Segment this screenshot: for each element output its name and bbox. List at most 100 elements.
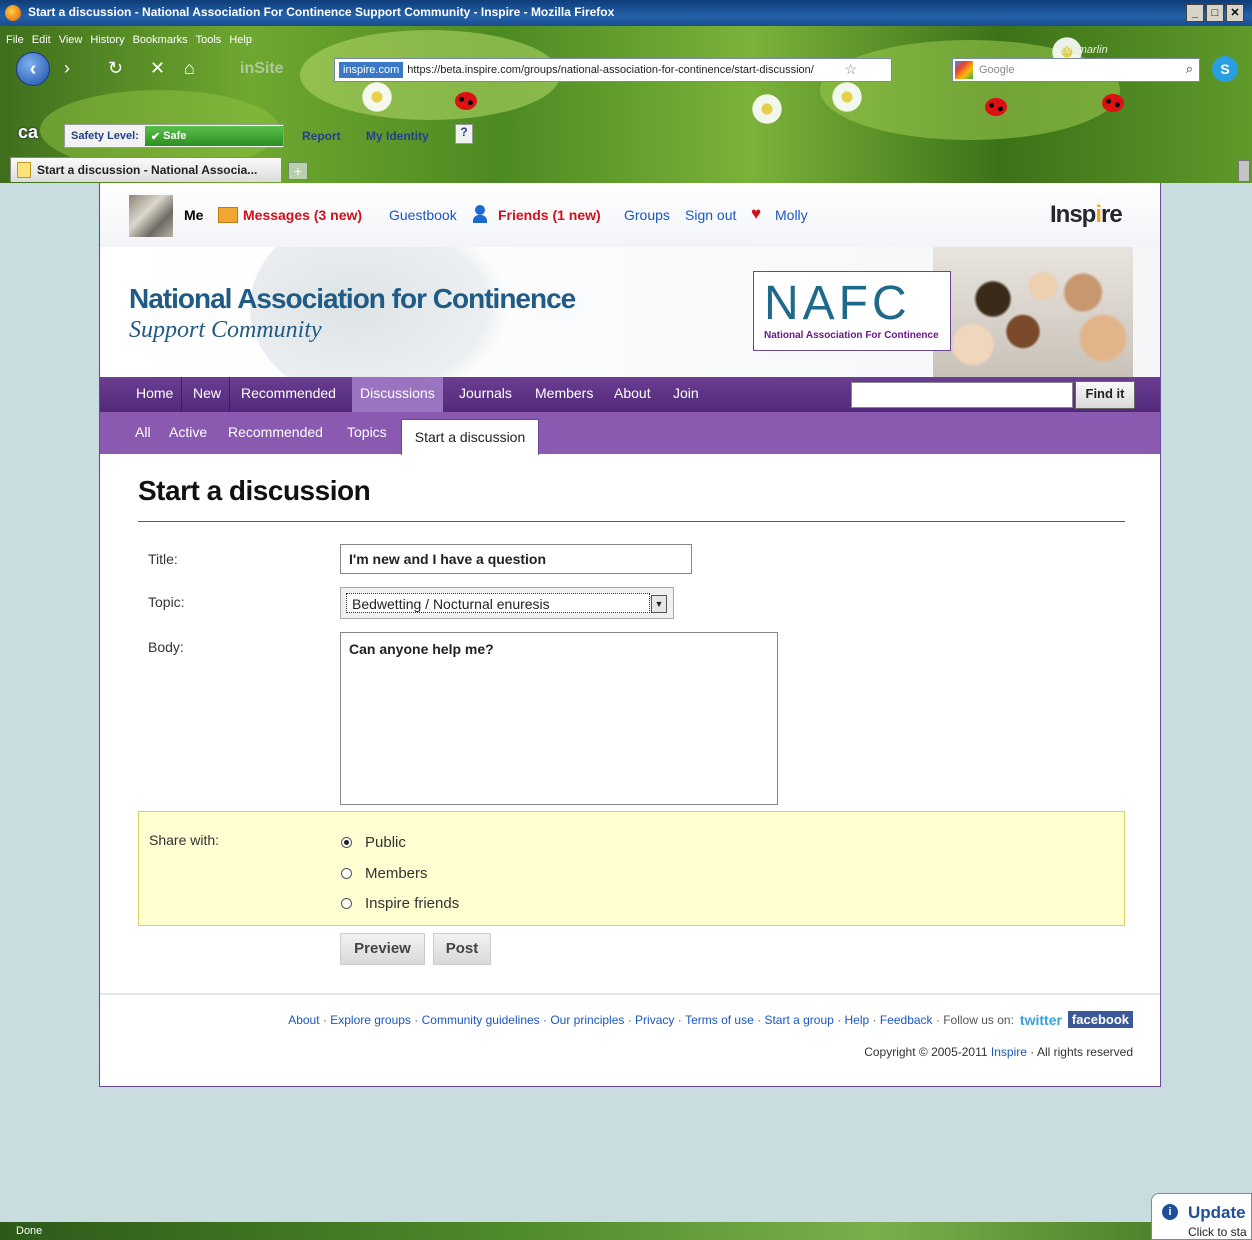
ca-logo-icon[interactable]: ca [18, 122, 48, 146]
nav-join[interactable]: Join [665, 377, 707, 412]
ladybug-decoration [1102, 94, 1124, 112]
radio-selected-icon[interactable] [341, 837, 352, 848]
messages-link[interactable]: Messages (3 new) [243, 207, 362, 223]
subnav-topics[interactable]: Topics [347, 424, 387, 440]
forward-arrow-icon[interactable]: › [64, 58, 70, 79]
share-option-label[interactable]: Public [365, 834, 406, 851]
minimize-button[interactable]: _ [1186, 4, 1204, 22]
nav-members[interactable]: Members [527, 377, 601, 412]
maximize-button[interactable]: □ [1206, 4, 1224, 22]
reload-icon[interactable]: ↻ [108, 58, 123, 79]
body-textarea[interactable]: Can anyone help me? [340, 632, 778, 805]
menu-edit[interactable]: Edit [32, 34, 51, 46]
address-bar[interactable]: inspire.com https://beta.inspire.com/gro… [334, 58, 892, 82]
search-icon[interactable]: ⌕ [1186, 61, 1193, 77]
guestbook-link[interactable]: Guestbook [389, 207, 457, 223]
footer-link-explore-groups[interactable]: Explore groups [330, 1013, 411, 1027]
user-bar: Me Messages (3 new) Guestbook Friends (1… [100, 183, 1160, 247]
radio-unselected-icon[interactable] [341, 868, 352, 879]
post-button[interactable]: Post [433, 933, 491, 965]
report-button[interactable]: Report [302, 129, 341, 143]
topic-select[interactable]: Bedwetting / Nocturnal enuresis ▼ [340, 587, 674, 619]
url-text[interactable]: https://beta.inspire.com/groups/national… [407, 64, 814, 76]
footer-link-feedback[interactable]: Feedback [880, 1013, 933, 1027]
nav-journals[interactable]: Journals [451, 377, 520, 412]
menu-view[interactable]: View [59, 34, 83, 46]
home-icon[interactable]: ⌂ [184, 58, 195, 79]
menu-history[interactable]: History [90, 34, 124, 46]
close-button[interactable]: ✕ [1226, 4, 1244, 22]
people-photo [933, 247, 1133, 377]
subnav-all[interactable]: All [135, 424, 151, 440]
nafc-logo-text: NAFC [764, 277, 911, 330]
footer-link-privacy[interactable]: Privacy [635, 1013, 674, 1027]
nav-recommended[interactable]: Recommended [233, 377, 344, 412]
site-identity-badge[interactable]: inspire.com [339, 62, 404, 78]
group-title[interactable]: National Association for Continence [129, 283, 576, 315]
heart-icon: ♥ [751, 204, 762, 223]
update-title[interactable]: Update [1188, 1203, 1246, 1223]
status-text: Done [16, 1225, 43, 1237]
back-arrow-icon[interactable]: ‹ [16, 52, 50, 86]
window-controls: _ □ ✕ [1186, 4, 1244, 22]
find-it-button[interactable]: Find it [1075, 381, 1135, 409]
browser-tab-active[interactable]: Start a discussion - National Associa... [10, 157, 282, 182]
menu-file[interactable]: File [6, 34, 24, 46]
twitter-icon[interactable]: twitter [1020, 1012, 1062, 1028]
new-tab-button[interactable]: + [288, 162, 308, 180]
menu-tools[interactable]: Tools [196, 34, 222, 46]
avatar[interactable] [129, 195, 173, 237]
status-bar: Done [0, 1222, 1252, 1240]
stop-icon[interactable]: ✕ [150, 58, 165, 79]
radio-unselected-icon[interactable] [341, 898, 352, 909]
facebook-icon[interactable]: facebook [1067, 1011, 1133, 1028]
menu-help[interactable]: Help [229, 34, 252, 46]
share-with-label: Share with: [149, 832, 220, 848]
tab-scroll-button[interactable] [1238, 160, 1250, 182]
window-title: Start a discussion - National Associatio… [28, 5, 615, 19]
footer-link-terms-of-use[interactable]: Terms of use [685, 1013, 754, 1027]
share-public-radio[interactable]: Public [341, 834, 406, 851]
group-search-input[interactable] [851, 382, 1073, 408]
safety-level-indicator[interactable]: Safety Level: ✔ Safe [64, 124, 284, 148]
nav-about[interactable]: About [606, 377, 659, 412]
molly-link[interactable]: Molly [775, 207, 808, 223]
footer-link-about[interactable]: About [288, 1013, 319, 1027]
search-placeholder: Google [979, 64, 1015, 76]
share-option-label[interactable]: Inspire friends [365, 895, 459, 912]
inspire-logo[interactable]: Inspire [1050, 201, 1123, 229]
copyright-inspire-link[interactable]: Inspire [991, 1045, 1027, 1059]
share-members-radio[interactable]: Members [341, 865, 428, 882]
menu-bookmarks[interactable]: Bookmarks [133, 34, 188, 46]
groups-link[interactable]: Groups [624, 207, 670, 223]
bookmark-star-icon[interactable]: ☆ [844, 61, 857, 78]
me-link[interactable]: Me [184, 207, 203, 223]
footer-link-help[interactable]: Help [844, 1013, 869, 1027]
nav-discussions[interactable]: Discussions [352, 377, 443, 412]
share-inspire-friends-radio[interactable]: Inspire friends [341, 895, 459, 912]
insite-toolbar-label: inSite [240, 60, 284, 77]
update-subtitle[interactable]: Click to sta [1188, 1225, 1247, 1239]
footer-link-community-guidelines[interactable]: Community guidelines [422, 1013, 540, 1027]
update-notification[interactable]: i Update Click to sta [1151, 1193, 1252, 1240]
my-identity-button[interactable]: My Identity [366, 129, 429, 143]
preview-button[interactable]: Preview [340, 933, 425, 965]
tab-start-a-discussion[interactable]: Start a discussion [401, 419, 539, 455]
skype-icon[interactable]: S [1212, 56, 1238, 82]
nav-home[interactable]: Home [128, 377, 183, 412]
topic-selected-value[interactable]: Bedwetting / Nocturnal enuresis [346, 593, 650, 613]
subnav-active[interactable]: Active [169, 424, 207, 440]
sign-out-link[interactable]: Sign out [685, 207, 736, 223]
search-bar[interactable]: Google ⌕ [952, 58, 1200, 82]
subnav-recommended[interactable]: Recommended [228, 424, 323, 440]
help-question-icon[interactable]: ? [455, 124, 473, 144]
main-nav: Home New Recommended Discussions Journal… [100, 377, 1160, 412]
footer-link-our-principles[interactable]: Our principles [550, 1013, 624, 1027]
friends-link[interactable]: Friends (1 new) [498, 207, 601, 223]
nav-new[interactable]: New [185, 377, 231, 412]
title-field[interactable]: I'm new and I have a question [340, 544, 692, 574]
google-icon[interactable] [955, 61, 973, 79]
footer-link-start-a-group[interactable]: Start a group [764, 1013, 833, 1027]
dropdown-arrow-icon[interactable]: ▼ [651, 595, 667, 613]
share-option-label[interactable]: Members [365, 865, 428, 882]
